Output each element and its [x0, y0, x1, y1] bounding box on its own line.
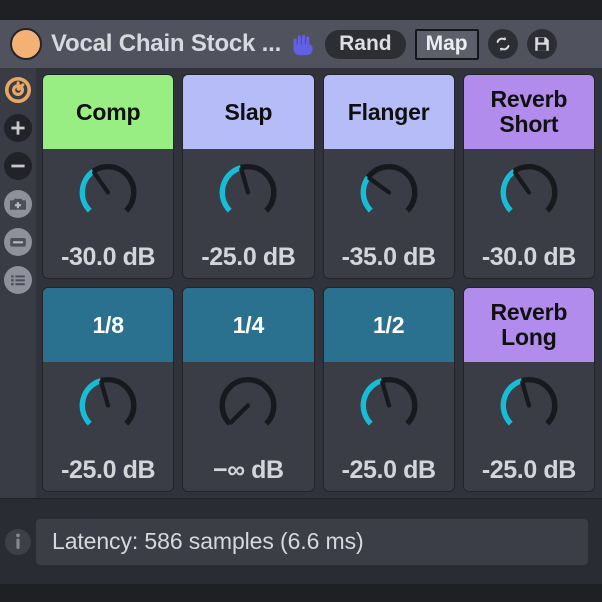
macro-knob[interactable] — [209, 368, 287, 446]
macro-sidebar — [0, 68, 36, 498]
macro-row: 1/8 -25.0 dB 1/4 −∞ dB 1/2 -25.0 dB Reve… — [42, 287, 595, 492]
top-edge-strip — [0, 0, 602, 20]
macro-value-label: -30.0 dB — [61, 243, 156, 271]
macro-cell[interactable]: 1/8 -25.0 dB — [42, 287, 175, 492]
remove-macro-button[interactable] — [4, 152, 32, 180]
macro-grid: Comp -30.0 dB Slap -25.0 dB Flanger -35.… — [36, 68, 602, 498]
macro-name-label[interactable]: 1/8 — [43, 288, 174, 362]
macro-knob-area[interactable]: -25.0 dB — [464, 362, 594, 491]
macro-name-label[interactable]: Slap — [183, 75, 314, 149]
macro-value-label: −∞ dB — [213, 456, 284, 484]
macro-knob-area[interactable]: -35.0 dB — [324, 149, 454, 278]
device-title: Vocal Chain Stock ... — [51, 30, 282, 57]
macro-row: Comp -30.0 dB Slap -25.0 dB Flanger -35.… — [42, 74, 595, 279]
device-body: Comp -30.0 dB Slap -25.0 dB Flanger -35.… — [0, 68, 602, 498]
macro-value-label: -25.0 dB — [201, 243, 296, 271]
macro-snapshot-icon[interactable] — [4, 76, 32, 104]
card-icon[interactable] — [4, 228, 32, 256]
macro-name-label[interactable]: Flanger — [323, 75, 454, 149]
macro-knob[interactable] — [209, 155, 287, 233]
latency-readout: Latency: 586 samples (6.6 ms) — [36, 518, 588, 565]
macro-knob[interactable] — [490, 155, 568, 233]
device-activator-icon[interactable] — [10, 28, 42, 60]
list-icon[interactable] — [4, 266, 32, 294]
device-panel: Vocal Chain Stock ... Rand Map Comp -30.… — [0, 0, 602, 602]
macro-value-label: -35.0 dB — [341, 243, 436, 271]
macro-cell[interactable]: Reverb Short -30.0 dB — [462, 74, 595, 279]
macro-knob-area[interactable]: −∞ dB — [183, 362, 313, 491]
refresh-icon[interactable] — [487, 29, 518, 59]
device-title-bar: Vocal Chain Stock ... Rand Map — [0, 20, 602, 68]
add-macro-button[interactable] — [4, 114, 32, 142]
macro-value-label: -25.0 dB — [481, 456, 576, 484]
bottom-edge-strip — [0, 584, 602, 602]
camera-plus-icon[interactable] — [4, 190, 32, 218]
macro-knob-area[interactable]: -25.0 dB — [43, 362, 173, 491]
macro-value-label: -30.0 dB — [481, 243, 576, 271]
macro-knob-area[interactable]: -30.0 dB — [43, 149, 173, 278]
macro-cell[interactable]: 1/2 -25.0 dB — [322, 287, 455, 492]
macro-name-label[interactable]: Reverb Short — [463, 75, 594, 149]
macro-name-label[interactable]: 1/4 — [183, 288, 314, 362]
macro-value-label: -25.0 dB — [61, 456, 156, 484]
randomize-button[interactable]: Rand — [325, 29, 406, 59]
status-bar: Latency: 586 samples (6.6 ms) — [0, 498, 602, 584]
macro-value-label: -25.0 dB — [341, 456, 436, 484]
map-button[interactable]: Map — [414, 28, 479, 60]
macro-knob[interactable] — [490, 368, 568, 446]
macro-knob[interactable] — [350, 155, 428, 233]
macro-cell[interactable]: Flanger -35.0 dB — [322, 74, 455, 279]
macro-knob-area[interactable]: -30.0 dB — [464, 149, 594, 278]
macro-name-label[interactable]: Comp — [43, 75, 174, 149]
hand-icon[interactable] — [290, 31, 316, 57]
macro-name-label[interactable]: Reverb Long — [463, 288, 594, 362]
macro-cell[interactable]: Comp -30.0 dB — [42, 74, 175, 279]
macro-cell[interactable]: Reverb Long -25.0 dB — [462, 287, 595, 492]
macro-name-label[interactable]: 1/2 — [323, 288, 454, 362]
macro-knob-area[interactable]: -25.0 dB — [183, 149, 313, 278]
info-icon[interactable] — [0, 525, 36, 559]
macro-cell[interactable]: Slap -25.0 dB — [182, 74, 315, 279]
macro-knob-area[interactable]: -25.0 dB — [324, 362, 454, 491]
macro-knob[interactable] — [69, 368, 147, 446]
save-disk-icon[interactable] — [526, 29, 557, 59]
macro-cell[interactable]: 1/4 −∞ dB — [182, 287, 315, 492]
macro-knob[interactable] — [69, 155, 147, 233]
macro-knob[interactable] — [350, 368, 428, 446]
